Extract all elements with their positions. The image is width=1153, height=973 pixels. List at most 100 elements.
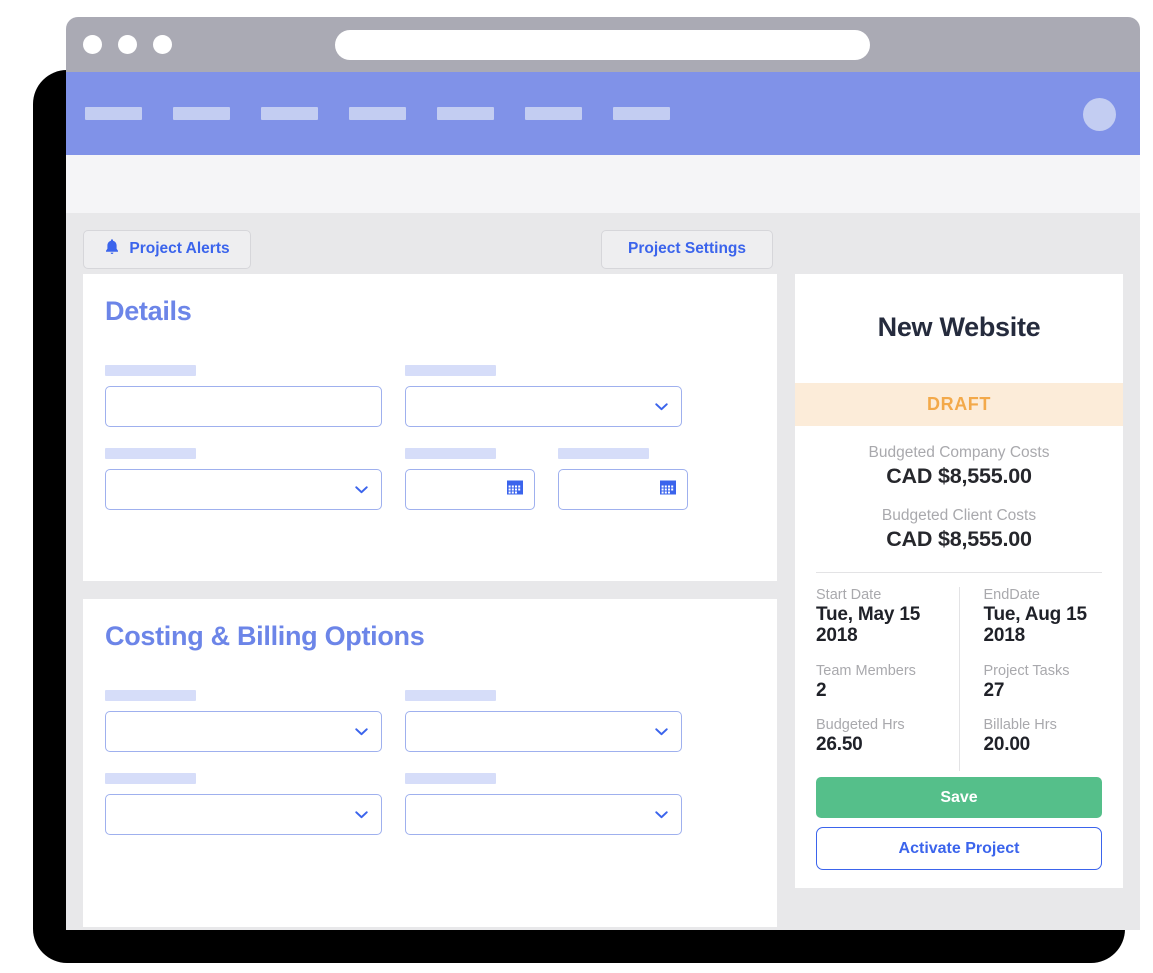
nav-item-5[interactable] <box>437 107 494 120</box>
stat-label: Billable Hrs <box>984 717 1103 733</box>
start-date-field[interactable] <box>405 469 535 510</box>
stats-column-right: EndDate Tue, Aug 15 2018 Project Tasks 2… <box>960 587 1103 771</box>
details-row-1 <box>105 365 755 427</box>
nav-item-3[interactable] <box>261 107 318 120</box>
project-settings-button[interactable]: Project Settings <box>601 230 773 269</box>
billing-type-label <box>105 690 196 701</box>
nav-item-2[interactable] <box>173 107 230 120</box>
app-navbar <box>66 72 1140 155</box>
details-row-2 <box>105 448 755 510</box>
stat-label: Team Members <box>816 663 943 679</box>
sidebar-actions: Save Activate Project <box>795 771 1123 870</box>
status-badge: DRAFT <box>795 383 1123 426</box>
close-dot[interactable] <box>83 35 102 54</box>
stat-label: Budgeted Hrs <box>816 717 943 733</box>
budgeted-client-costs: Budgeted Client Costs CAD $8,555.00 <box>795 489 1123 552</box>
start-date-field-group <box>405 448 535 510</box>
cost-rate-select-group <box>105 773 382 835</box>
budgeted-company-costs: Budgeted Company Costs CAD $8,555.00 <box>795 426 1123 489</box>
stat-billable-hrs: Billable Hrs 20.00 <box>984 717 1103 755</box>
currency-label <box>405 690 496 701</box>
budgeted-client-costs-value: CAD $8,555.00 <box>795 527 1123 552</box>
costing-title: Costing & Billing Options <box>105 621 755 652</box>
nav-item-6[interactable] <box>525 107 582 120</box>
billing-type-select[interactable] <box>105 711 382 752</box>
avatar[interactable] <box>1083 98 1116 131</box>
navbar-items <box>85 107 670 120</box>
activate-project-button[interactable]: Activate Project <box>816 827 1102 870</box>
project-name-field[interactable] <box>105 386 382 427</box>
costing-row-2 <box>105 773 755 835</box>
billing-type-select-group <box>105 690 382 752</box>
project-settings-label: Project Settings <box>628 240 746 258</box>
minimize-dot[interactable] <box>118 35 137 54</box>
billing-rate-select[interactable] <box>405 794 682 835</box>
cost-rate-select[interactable] <box>105 794 382 835</box>
nav-item-7[interactable] <box>613 107 670 120</box>
stat-value: 20.00 <box>984 734 1103 755</box>
project-name-label <box>105 365 196 376</box>
chevron-down-icon <box>355 806 368 824</box>
main-column: Details <box>83 274 777 927</box>
project-stats-grid: Start Date Tue, May 15 2018 Team Members… <box>795 573 1123 771</box>
calendar-icon <box>659 478 677 501</box>
project-alerts-label: Project Alerts <box>129 240 229 258</box>
project-type-select-group <box>105 448 382 510</box>
end-date-field-group <box>558 448 688 510</box>
browser-chrome <box>66 17 1140 72</box>
url-bar[interactable] <box>335 30 870 60</box>
stat-end-date: EndDate Tue, Aug 15 2018 <box>984 587 1103 647</box>
maximize-dot[interactable] <box>153 35 172 54</box>
project-alerts-button[interactable]: Project Alerts <box>83 230 251 269</box>
details-card: Details <box>83 274 777 581</box>
content-columns: Details <box>83 274 1123 927</box>
page-title: New Website <box>795 274 1123 383</box>
nav-item-1[interactable] <box>85 107 142 120</box>
chevron-down-icon <box>655 806 668 824</box>
stat-value: Tue, May 15 2018 <box>816 604 943 647</box>
currency-select-group <box>405 690 682 752</box>
budgeted-client-costs-label: Budgeted Client Costs <box>795 507 1123 525</box>
client-select-group <box>405 365 682 427</box>
cost-rate-label <box>105 773 196 784</box>
chevron-down-icon <box>655 398 668 416</box>
billing-rate-select-group <box>405 773 682 835</box>
stat-team-members: Team Members 2 <box>816 663 943 701</box>
start-date-label <box>405 448 496 459</box>
stat-project-tasks: Project Tasks 27 <box>984 663 1103 701</box>
save-button[interactable]: Save <box>816 777 1102 818</box>
client-select[interactable] <box>405 386 682 427</box>
details-title: Details <box>105 296 755 327</box>
chevron-down-icon <box>355 723 368 741</box>
stat-start-date: Start Date Tue, May 15 2018 <box>816 587 943 647</box>
toolbar: Project Alerts Project Settings <box>83 213 1123 274</box>
client-label <box>405 365 496 376</box>
browser-window: Project Alerts Project Settings Details <box>66 17 1140 930</box>
bell-icon <box>104 238 120 261</box>
project-type-select[interactable] <box>105 469 382 510</box>
end-date-field[interactable] <box>558 469 688 510</box>
stat-value: 2 <box>816 680 943 701</box>
project-type-label <box>105 448 196 459</box>
chevron-down-icon <box>355 481 368 499</box>
end-date-label <box>558 448 649 459</box>
billing-rate-label <box>405 773 496 784</box>
stat-label: EndDate <box>984 587 1103 603</box>
stat-label: Start Date <box>816 587 943 603</box>
stat-value: Tue, Aug 15 2018 <box>984 604 1103 647</box>
stat-label: Project Tasks <box>984 663 1103 679</box>
stat-value: 27 <box>984 680 1103 701</box>
stat-budgeted-hrs: Budgeted Hrs 26.50 <box>816 717 943 755</box>
page-body: Project Alerts Project Settings Details <box>66 213 1140 930</box>
costing-row-1 <box>105 690 755 752</box>
traffic-light-group <box>83 17 172 72</box>
currency-select[interactable] <box>405 711 682 752</box>
costing-card: Costing & Billing Options <box>83 599 777 927</box>
stats-column-left: Start Date Tue, May 15 2018 Team Members… <box>816 587 959 771</box>
side-column: New Website DRAFT Budgeted Company Costs… <box>795 274 1123 888</box>
project-summary-card: New Website DRAFT Budgeted Company Costs… <box>795 274 1123 888</box>
budgeted-company-costs-value: CAD $8,555.00 <box>795 464 1123 489</box>
project-name-field-group <box>105 365 382 427</box>
nav-item-4[interactable] <box>349 107 406 120</box>
stat-value: 26.50 <box>816 734 943 755</box>
